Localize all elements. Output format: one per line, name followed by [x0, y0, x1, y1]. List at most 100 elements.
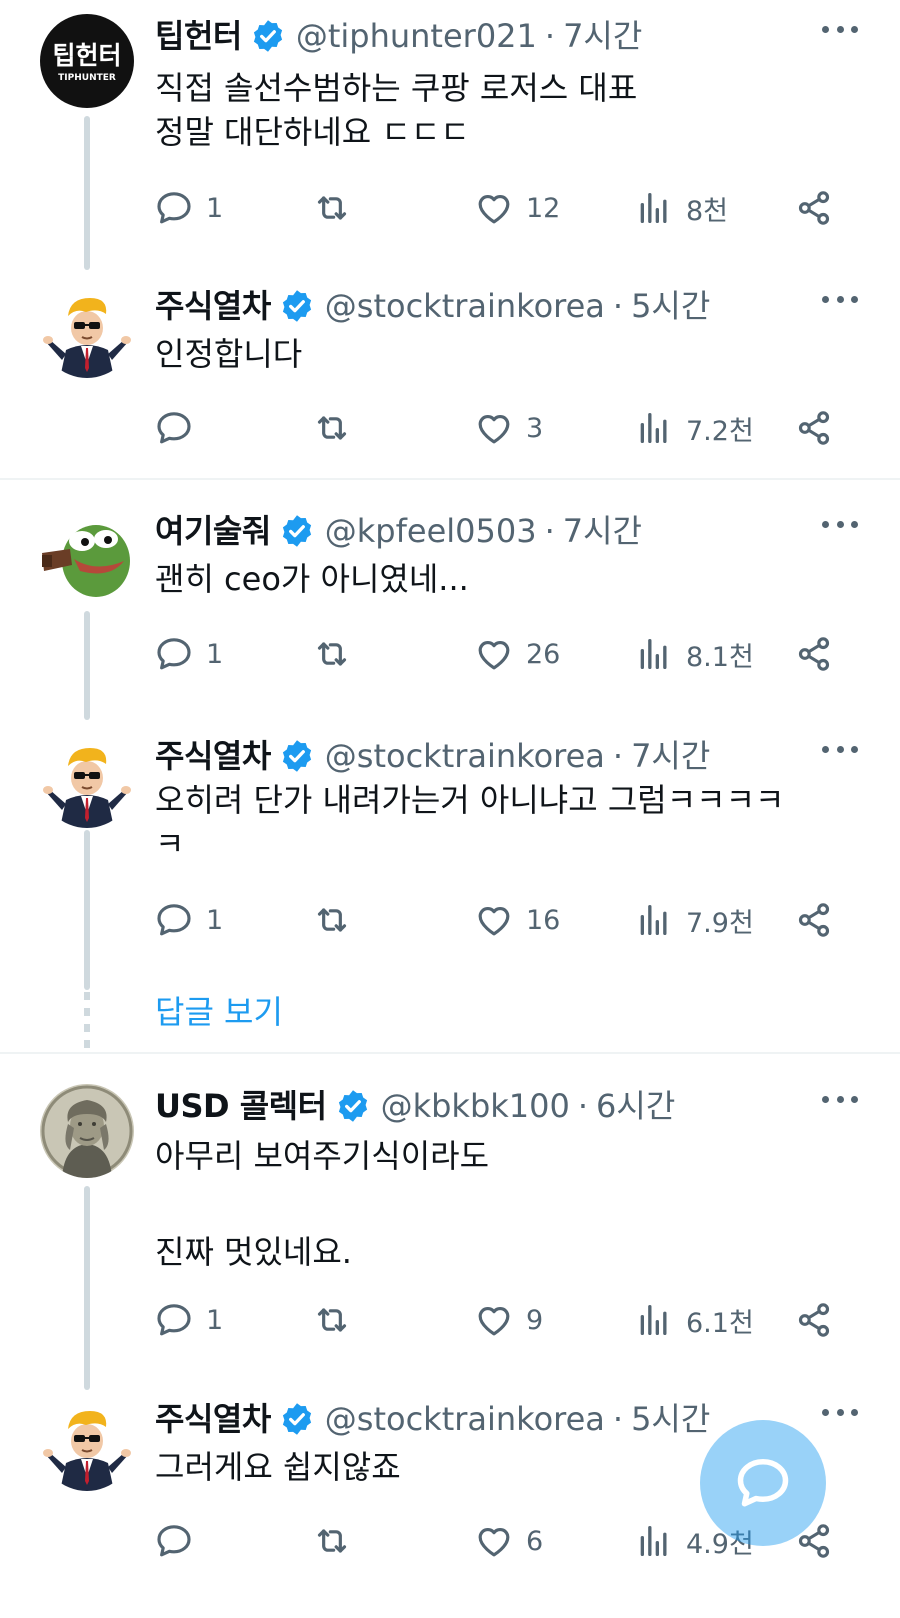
share-button[interactable] [794, 403, 834, 453]
more-dots-icon[interactable] [822, 1407, 858, 1417]
user-handle[interactable]: @kbkbk100 [381, 1084, 570, 1128]
share-button[interactable] [794, 1295, 834, 1345]
speech-bubble-icon [154, 900, 194, 940]
divider [0, 1052, 900, 1054]
more-dots-icon[interactable] [822, 294, 858, 304]
share-nodes-icon [794, 408, 834, 448]
reply-count: 1 [206, 1304, 224, 1336]
bar-chart-icon [634, 188, 674, 228]
reply-button[interactable] [154, 403, 206, 453]
views-button[interactable]: 8천 [634, 183, 728, 233]
separator: · [544, 17, 556, 55]
like-count: 3 [526, 412, 544, 444]
heart-icon [474, 1300, 514, 1340]
tweet[interactable]: 팁헌터 TIPHUNTER 팁헌터 @tiphunter021 · 7시간 직접… [0, 0, 900, 270]
view-count: 8천 [686, 195, 729, 227]
show-replies-link[interactable]: 답글 보기 [155, 990, 283, 1034]
tweet-text: 인정합니다 [155, 335, 303, 373]
views-button[interactable]: 7.9천 [634, 895, 754, 945]
avatar[interactable] [40, 509, 134, 603]
tweet-header: USD 콜렉터 @kbkbk100 · 6시간 [155, 1084, 675, 1128]
views-button[interactable]: 6.1천 [634, 1295, 754, 1345]
retweet-button[interactable] [312, 629, 364, 679]
more-dots-icon[interactable] [822, 1094, 858, 1104]
user-handle[interactable]: @tiphunter021 [296, 14, 537, 58]
separator: · [612, 287, 624, 325]
speech-bubble-icon [154, 408, 194, 448]
timestamp[interactable]: 6시간 [596, 1084, 675, 1128]
tweet-text: 직접 솔선수범하는 쿠팡 로저스 대표 정말 대단하네요 ㄷㄷㄷ [155, 69, 638, 151]
avatar-text-sub: TIPHUNTER [58, 73, 116, 83]
user-handle[interactable]: @stocktrainkorea [325, 284, 605, 328]
display-name[interactable]: 팁헌터 [155, 14, 242, 58]
like-count: 9 [526, 1304, 544, 1336]
bar-chart-icon [634, 408, 674, 448]
reply-count: 1 [206, 638, 224, 670]
like-count: 6 [526, 1525, 544, 1557]
reply-button[interactable]: 1 [154, 629, 223, 679]
share-button[interactable] [794, 183, 834, 233]
timestamp[interactable]: 7시간 [563, 509, 642, 553]
display-name[interactable]: USD 콜렉터 [155, 1084, 327, 1128]
avatar[interactable]: 팁헌터 TIPHUNTER [40, 14, 134, 108]
like-count: 12 [526, 192, 561, 224]
verified-badge-icon [279, 738, 315, 774]
thread-dots [84, 992, 90, 1048]
retweet-button[interactable] [312, 1516, 364, 1566]
user-handle[interactable]: @kpfeel0503 [325, 509, 537, 553]
view-count: 7.9천 [686, 907, 754, 939]
display-name[interactable]: 주식열차 [155, 734, 271, 778]
retweet-arrows-icon [312, 634, 352, 674]
reply-button[interactable] [154, 1516, 206, 1566]
share-button[interactable] [794, 895, 834, 945]
reply-button[interactable]: 1 [154, 183, 223, 233]
tweet[interactable]: 여기술줘 @kpfeel0503 · 7시간 괜히 ceo가 아니였네... 1… [0, 495, 900, 720]
timestamp[interactable]: 7시간 [563, 14, 642, 58]
avatar[interactable] [40, 1084, 134, 1178]
share-nodes-icon [794, 634, 834, 674]
display-name[interactable]: 주식열차 [155, 1397, 271, 1441]
display-name[interactable]: 주식열차 [155, 284, 271, 328]
timestamp[interactable]: 5시간 [631, 284, 710, 328]
like-count: 16 [526, 904, 561, 936]
retweet-button[interactable] [312, 1295, 364, 1345]
like-button[interactable]: 26 [474, 629, 560, 679]
reply-count: 1 [206, 192, 224, 224]
tweet-header: 팁헌터 @tiphunter021 · 7시간 [155, 14, 642, 58]
retweet-arrows-icon [312, 408, 352, 448]
user-handle[interactable]: @stocktrainkorea [325, 1397, 605, 1441]
view-count: 8.1천 [686, 641, 754, 673]
timestamp[interactable]: 5시간 [631, 1397, 710, 1441]
more-dots-icon[interactable] [822, 24, 858, 34]
views-button[interactable]: 8.1천 [634, 629, 754, 679]
user-handle[interactable]: @stocktrainkorea [325, 734, 605, 778]
like-button[interactable]: 9 [474, 1295, 543, 1345]
more-dots-icon[interactable] [822, 744, 858, 754]
like-button[interactable]: 6 [474, 1516, 543, 1566]
timestamp[interactable]: 7시간 [631, 734, 710, 778]
speech-bubble-icon [154, 634, 194, 674]
share-button[interactable] [794, 629, 834, 679]
more-dots-icon[interactable] [822, 519, 858, 529]
reply-button[interactable]: 1 [154, 895, 223, 945]
like-button[interactable]: 16 [474, 895, 560, 945]
views-button[interactable]: 7.2천 [634, 403, 754, 453]
retweet-button[interactable] [312, 403, 364, 453]
avatar[interactable] [40, 284, 134, 378]
avatar[interactable] [40, 1397, 134, 1491]
tweet[interactable]: 주식열차 @stocktrainkorea · 5시간 인정합니다 3 7.2천 [0, 270, 900, 478]
like-button[interactable]: 3 [474, 403, 543, 453]
retweet-button[interactable] [312, 183, 364, 233]
compose-reply-button[interactable] [700, 1420, 826, 1546]
display-name[interactable]: 여기술줘 [155, 509, 271, 553]
retweet-button[interactable] [312, 895, 364, 945]
view-count: 6.1천 [686, 1307, 754, 1339]
speech-bubble-icon [154, 1300, 194, 1340]
tweet[interactable]: USD 콜렉터 @kbkbk100 · 6시간 아무리 보여주기식이라도 진짜 … [0, 1070, 900, 1390]
speech-bubble-icon [154, 1521, 194, 1561]
like-button[interactable]: 12 [474, 183, 560, 233]
tweet[interactable]: 주식열차 @stocktrainkorea · 7시간 오히려 단가 내려가는거… [0, 720, 900, 1050]
reply-button[interactable]: 1 [154, 1295, 223, 1345]
avatar[interactable] [40, 734, 134, 828]
bar-chart-icon [634, 1521, 674, 1561]
